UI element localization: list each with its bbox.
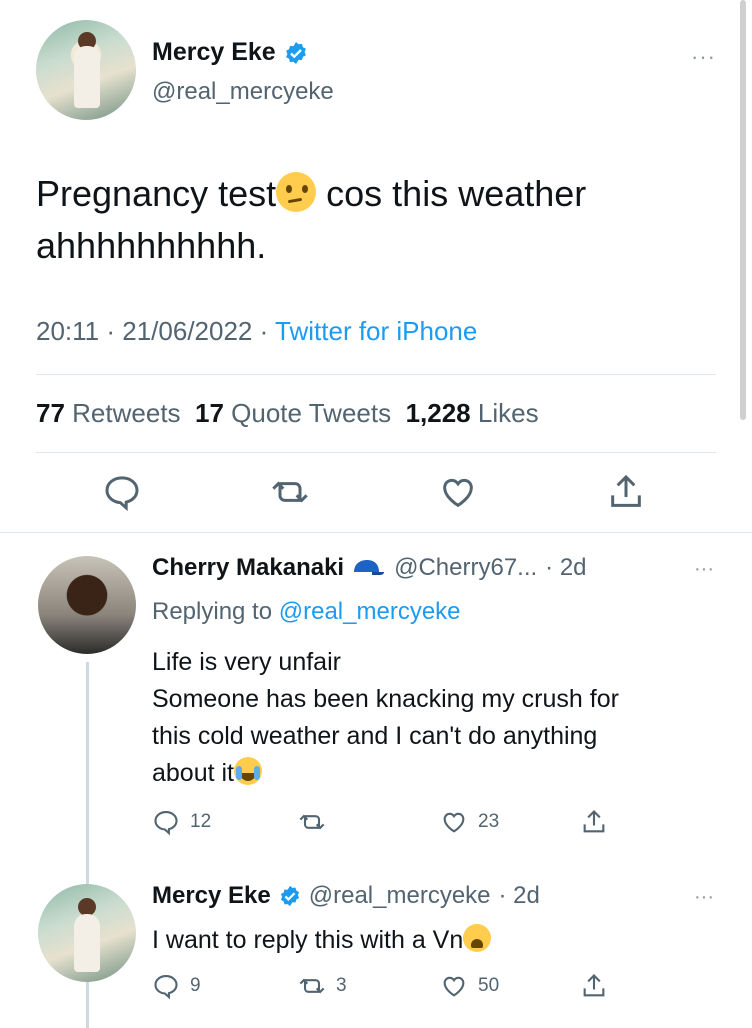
replying-to: Replying to @real_mercyeke (152, 598, 461, 625)
retweet-button[interactable] (298, 808, 336, 836)
reply-action-bar: 12 23 (152, 808, 632, 844)
tweet-action-bar (0, 472, 752, 522)
retweet-icon (299, 814, 325, 830)
retweets-link[interactable]: Retweets (72, 398, 180, 428)
tweet-stats: 77 Retweets 17 Quote Tweets 1,228 Likes (36, 398, 539, 429)
reply-action-bar: 9 3 50 (152, 972, 632, 1008)
scrollbar[interactable] (740, 0, 746, 420)
reply-icon (154, 975, 178, 1000)
thinking-face-emoji-icon (276, 172, 317, 212)
crying-face-emoji-icon (234, 757, 263, 785)
tweet-time: 20:11 (36, 316, 100, 346)
reply-text: I want to reply this with a Vn (152, 922, 712, 959)
reply-author: Mercy Eke @real_mercyeke · 2d (152, 882, 540, 909)
like-button[interactable]: 50 (440, 972, 499, 1000)
quotes-link[interactable]: Quote Tweets (231, 398, 391, 428)
retweets-count: 77 (36, 398, 65, 428)
share-button[interactable] (580, 808, 608, 836)
tweet-meta: 20:11 · 21/06/2022 · Twitter for iPhone (36, 316, 478, 346)
reply-button[interactable]: 12 (152, 808, 211, 836)
divider (36, 452, 716, 453)
avatar[interactable] (38, 556, 136, 654)
likes-count: 1,228 (405, 398, 471, 428)
more-options-icon[interactable]: ··· (694, 558, 714, 581)
likes-link[interactable]: Likes (478, 398, 539, 428)
share-button[interactable] (580, 972, 608, 1000)
reply-icon (154, 811, 178, 836)
avatar[interactable] (36, 20, 136, 120)
like-heart-icon (443, 976, 465, 997)
author-name[interactable]: Mercy Eke (152, 38, 308, 67)
share-icon (583, 974, 605, 997)
weary-face-emoji-icon (463, 924, 492, 952)
reply-icon[interactable] (102, 472, 142, 512)
reply-text: Life is very unfair Someone has been kna… (152, 648, 619, 787)
reply-button[interactable]: 9 (152, 972, 201, 1000)
tweet-date: 21/06/2022 (122, 316, 253, 346)
thread-line (86, 988, 89, 1028)
share-icon (583, 810, 605, 833)
tweet-text: Pregnancy test cos this weather ahhhhhhh… (36, 172, 587, 266)
blue-cap-icon (354, 560, 385, 575)
share-icon[interactable] (606, 472, 646, 512)
avatar[interactable] (38, 884, 136, 982)
reply-author: Cherry Makanaki @Cherry67... · 2d (152, 554, 587, 581)
divider (36, 374, 716, 375)
like-heart-icon (443, 812, 465, 833)
like-button[interactable]: 23 (440, 808, 499, 836)
author-handle[interactable]: @real_mercyeke (152, 78, 334, 106)
more-options-icon[interactable]: ··· (694, 886, 714, 909)
like-heart-icon[interactable] (438, 472, 478, 512)
verified-badge-icon (285, 41, 306, 64)
more-options-icon[interactable]: ··· (691, 44, 716, 70)
quotes-count: 17 (195, 398, 224, 428)
verified-badge-icon (280, 885, 299, 907)
tweet-source-link[interactable]: Twitter for iPhone (275, 316, 477, 346)
retweet-icon (299, 978, 325, 994)
divider (0, 532, 752, 533)
retweet-button[interactable]: 3 (298, 972, 347, 1000)
retweet-icon[interactable] (270, 472, 310, 512)
